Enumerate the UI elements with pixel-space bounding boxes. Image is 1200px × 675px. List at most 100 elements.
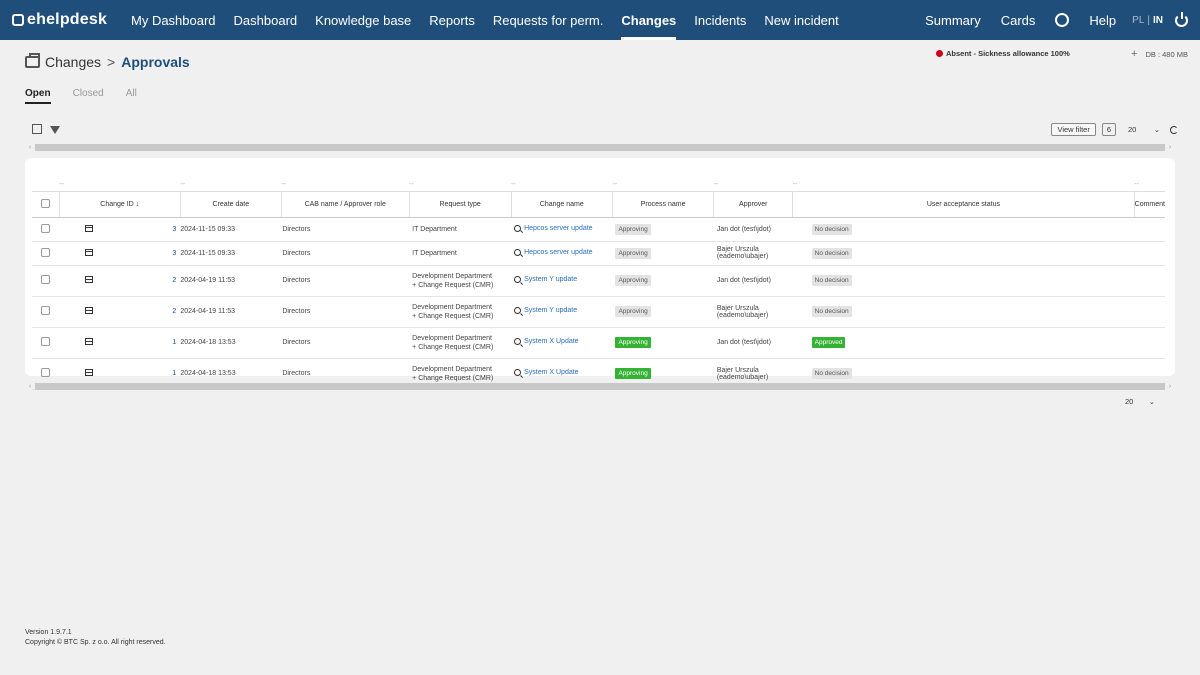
settings-gear[interactable] — [1045, 0, 1079, 40]
chevron-down-icon: ⌄ — [1153, 125, 1160, 134]
column-header-comment[interactable]: Comment — [1134, 190, 1165, 218]
process-status-badge: Approving — [615, 337, 651, 348]
column-header-cab-name-approver-role[interactable]: CAB name / Approver role — [281, 190, 410, 218]
user-acceptance-cell: Approved — [792, 327, 1135, 359]
details-list-icon[interactable] — [85, 369, 94, 376]
scroll-right-icon[interactable]: › — [1165, 144, 1175, 151]
column-filter[interactable]: -- — [612, 179, 713, 191]
nav-requests-for-perm[interactable]: Requests for perm. — [484, 0, 613, 40]
details-list-icon[interactable] — [85, 248, 94, 256]
row-checkbox[interactable] — [41, 275, 51, 284]
change-id[interactable]: 2 — [115, 265, 181, 297]
scroll-left-icon[interactable]: ‹ — [25, 383, 35, 390]
filter-icon[interactable] — [50, 126, 60, 134]
bottom-page-size-select[interactable]: 20 ⌄ — [1125, 397, 1155, 406]
column-filter[interactable]: -- — [281, 179, 409, 191]
nav-incidents[interactable]: Incidents — [685, 0, 755, 40]
table-toolbar — [32, 124, 60, 134]
column-filter[interactable]: -- — [511, 179, 612, 191]
column-filter[interactable]: -- — [793, 179, 1135, 191]
export-icon[interactable] — [32, 124, 42, 134]
row-checkbox[interactable] — [41, 306, 51, 315]
view-filter-button[interactable]: View filter — [1051, 123, 1096, 136]
nav-reports[interactable]: Reports — [420, 0, 484, 40]
create-date: 2024-11-15 09:33 — [180, 217, 282, 242]
user-status: Absent - Sickness allowance 100% — [936, 49, 1070, 58]
nav-my-dashboard[interactable]: My Dashboard — [122, 0, 225, 40]
details-list-icon[interactable] — [85, 224, 94, 232]
create-date: 2024-04-19 11:53 — [180, 265, 282, 297]
select-all-checkbox[interactable] — [40, 198, 50, 208]
row-checkbox[interactable] — [41, 223, 51, 233]
plus-icon[interactable]: + — [1131, 48, 1137, 60]
search-icon — [514, 224, 522, 232]
column-filter[interactable]: -- — [714, 179, 793, 191]
nav-dashboard[interactable]: Dashboard — [225, 0, 307, 40]
table-row[interactable]: 3 2024-11-15 09:33 Directors IT Department H… — [32, 217, 1165, 242]
column-header-approver[interactable]: Approver — [713, 190, 794, 218]
request-type: Development Department + Change Request … — [409, 327, 512, 359]
change-id[interactable]: 1 — [115, 327, 181, 359]
column-header-process-name[interactable]: Process name — [612, 190, 715, 218]
nav-knowledge-base[interactable]: Knowledge base — [306, 0, 420, 40]
column-filter[interactable]: -- — [180, 179, 281, 191]
lang-in[interactable]: IN — [1153, 15, 1163, 26]
nav-summary[interactable]: Summary — [915, 0, 991, 40]
logout-power-icon[interactable] — [1175, 11, 1188, 27]
row-checkbox[interactable] — [41, 247, 51, 257]
column-filter[interactable]: -- — [409, 179, 511, 191]
breadcrumb-root[interactable]: Changes — [45, 54, 101, 70]
nav-new-incident[interactable]: New incident — [755, 0, 847, 40]
refresh-icon[interactable] — [1170, 125, 1178, 134]
scroll-track[interactable] — [35, 382, 1165, 390]
change-name-link[interactable]: System X Update — [514, 338, 579, 345]
row-checkbox[interactable] — [41, 368, 51, 377]
page-size-select[interactable]: 20 ⌄ — [1128, 125, 1160, 134]
table-row[interactable]: 3 2024-11-15 09:33 Directors IT Department H… — [32, 241, 1165, 266]
nav-changes[interactable]: Changes — [612, 0, 685, 40]
search-icon — [514, 276, 522, 283]
change-name-link[interactable]: System X Update — [514, 369, 579, 376]
column-filter[interactable]: -- — [1134, 179, 1165, 191]
cab-name: Directors — [281, 241, 410, 266]
details-list-icon[interactable] — [85, 307, 94, 314]
row-checkbox[interactable] — [41, 337, 51, 346]
tab-all[interactable]: All — [126, 88, 137, 104]
column-filter[interactable]: -- — [59, 179, 180, 191]
column-header-change-name[interactable]: Change name — [511, 190, 613, 218]
top-scrollbar[interactable]: ‹ › — [25, 142, 1175, 152]
change-name-link[interactable]: Hepcos server update — [514, 248, 593, 256]
row-select-cell — [32, 327, 60, 359]
lang-pl[interactable]: PL — [1132, 15, 1144, 26]
scroll-track[interactable] — [35, 143, 1165, 151]
table-row[interactable]: 2 2024-04-19 11:53 Directors Development De… — [32, 265, 1165, 297]
column-header-change-id[interactable]: Change ID ↓ — [59, 190, 181, 218]
change-name-link[interactable]: System Y update — [514, 276, 577, 283]
tab-open[interactable]: Open — [25, 88, 51, 104]
nav-cards[interactable]: Cards — [991, 0, 1046, 40]
request-type: Development Department + Change Request … — [409, 265, 512, 297]
change-name-link[interactable]: Hepcos server update — [514, 224, 593, 232]
column-header-create-date[interactable]: Create date — [180, 190, 282, 218]
change-name-cell: Hepcos server update — [511, 241, 613, 266]
details-list-icon[interactable] — [85, 276, 94, 283]
column-header-request-type[interactable]: Request type — [409, 190, 512, 218]
nav-help[interactable]: Help — [1079, 0, 1126, 40]
bottom-scrollbar[interactable]: ‹ › — [25, 381, 1175, 391]
column-header-user-acceptance-status[interactable]: User acceptance status — [792, 190, 1135, 218]
tab-closed[interactable]: Closed — [73, 88, 104, 104]
process-name-cell: Approving — [612, 241, 714, 266]
change-id[interactable]: 3 — [115, 217, 181, 242]
change-name-link[interactable]: System Y update — [514, 307, 577, 314]
change-id[interactable]: 3 — [115, 241, 181, 266]
cab-name: Directors — [281, 265, 410, 297]
acceptance-status-badge: Approved — [811, 337, 846, 348]
table-row[interactable]: 2 2024-04-19 11:53 Directors Development De… — [32, 296, 1165, 328]
change-id[interactable]: 2 — [115, 296, 181, 328]
scroll-right-icon[interactable]: › — [1165, 383, 1175, 390]
user-acceptance-cell: No decision — [792, 241, 1135, 266]
details-list-icon[interactable] — [85, 338, 94, 345]
app-logo[interactable]: ehelpdesk — [12, 11, 112, 29]
table-row[interactable]: 1 2024-04-18 13:53 Directors Development De… — [32, 327, 1165, 359]
scroll-left-icon[interactable]: ‹ — [25, 144, 35, 151]
